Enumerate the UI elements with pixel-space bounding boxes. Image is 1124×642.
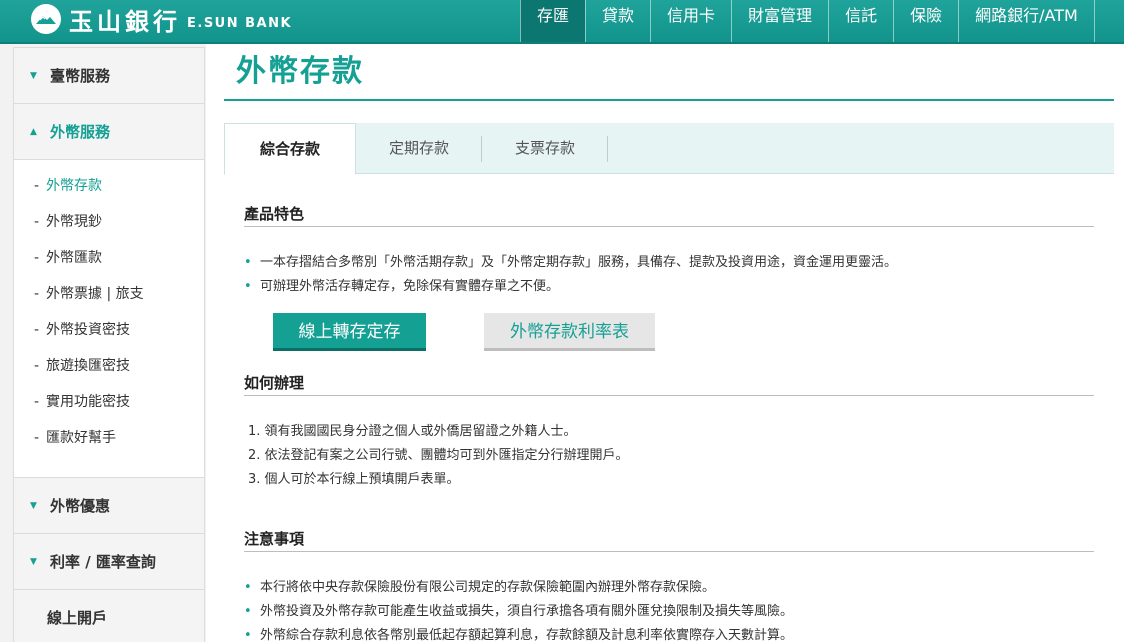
sidebar: ▼ 臺幣服務 ▲ 外幣服務 - 外幣存款 - 外幣現鈔 - 外幣匯款 - 外幣票據 | … <box>13 47 205 642</box>
tab-bar: 綜合存款 定期存款 支票存款 <box>224 123 1114 175</box>
sidebar-section-online-account-opening[interactable]: 線上開戶 <box>14 590 204 642</box>
list-item: • 可辦理外幣活存轉定存，免除保有實體存單之不便。 <box>244 279 560 294</box>
sidebar-section-fx-offers[interactable]: ▼ 外幣優惠 <box>14 478 204 534</box>
howto-title: 如何辦理 <box>244 374 305 392</box>
tab-check-deposit[interactable]: 支票存款 <box>482 123 608 174</box>
main-nav: 存匯 貸款 信用卡 財富管理 信託 保險 網路銀行/ATM <box>520 0 1095 42</box>
nav-online-banking-atm[interactable]: 網路銀行/ATM <box>958 0 1095 42</box>
chevron-down-icon: ▼ <box>30 70 37 81</box>
sidebar-item-useful-function-tips[interactable]: - 實用功能密技 <box>14 384 204 420</box>
top-header: 玉山銀行 E.SUN BANK 存匯 貸款 信用卡 財富管理 信託 保險 網路銀… <box>0 0 1124 44</box>
notes-title: 注意事項 <box>244 530 305 548</box>
online-transfer-time-deposit-button[interactable]: 線上轉存定存 <box>273 313 426 351</box>
sidebar-section-label: 外幣服務 <box>50 123 111 141</box>
sidebar-item-travel-exchange-tips[interactable]: - 旅遊換匯密技 <box>14 348 204 384</box>
sidebar-section-twd-services[interactable]: ▼ 臺幣服務 <box>14 48 204 104</box>
nav-wealth-management[interactable]: 財富管理 <box>731 0 828 42</box>
sidebar-section-fx-services[interactable]: ▲ 外幣服務 <box>14 104 204 160</box>
section-divider <box>244 551 1094 552</box>
chevron-down-icon: ▼ <box>30 556 37 567</box>
sidebar-section-label: 臺幣服務 <box>50 67 111 85</box>
tab-time-deposit[interactable]: 定期存款 <box>356 123 482 174</box>
features-title: 產品特色 <box>244 205 305 223</box>
sidebar-item-fx-deposit[interactable]: - 外幣存款 <box>14 168 204 204</box>
tab-separator <box>607 136 608 162</box>
list-item: • 外幣投資及外幣存款可能產生收益或損失，須自行承擔各項有關外匯兌換限制及損失等風… <box>244 604 794 619</box>
chevron-up-icon: ▲ <box>30 126 37 137</box>
logo-chinese-text: 玉山銀行 <box>69 7 181 36</box>
logo-english-text: E.SUN BANK <box>187 15 293 31</box>
sidebar-item-fx-cash[interactable]: - 外幣現鈔 <box>14 204 204 240</box>
sidebar-sub-list: - 外幣存款 - 外幣現鈔 - 外幣匯款 - 外幣票據 | 旅支 - 外幣投資密技 - 旅遊… <box>14 160 204 478</box>
list-item: 2. 依法登記有案之公司行號、團體均可到外匯指定分行辦理開戶。 <box>248 448 629 463</box>
mountain-logo-icon <box>31 4 61 34</box>
sidebar-item-fx-bills-travelers-cheques[interactable]: - 外幣票據 | 旅支 <box>14 276 204 312</box>
page-title: 外幣存款 <box>236 54 364 89</box>
list-item: • 本行將依中央存款保險股份有限公司規定的存款保險範圍內辦理外幣存款保險。 <box>244 580 716 595</box>
nav-deposit-remit[interactable]: 存匯 <box>520 0 586 42</box>
nav-credit-card[interactable]: 信用卡 <box>650 0 731 42</box>
nav-loans[interactable]: 貸款 <box>585 0 650 42</box>
list-item: • 外幣綜合存款利息依各幣別最低起存額起算利息，存款餘額及計息利率依實際存入天數計… <box>244 628 794 642</box>
fx-deposit-rate-table-button[interactable]: 外幣存款利率表 <box>484 313 655 351</box>
sidebar-section-label: 利率 / 匯率查詢 <box>50 553 156 571</box>
list-item: 1. 領有我國國民身分證之個人或外僑居留證之外籍人士。 <box>248 424 577 439</box>
sidebar-section-label: 外幣優惠 <box>50 497 111 515</box>
sidebar-item-fx-investment-tips[interactable]: - 外幣投資密技 <box>14 312 204 348</box>
sidebar-section-label: 線上開戶 <box>47 609 108 627</box>
sidebar-item-remittance-helper[interactable]: - 匯款好幫手 <box>14 420 204 456</box>
section-divider <box>244 226 1094 227</box>
list-item: • 一本存摺結合多幣別「外幣活期存款」及「外幣定期存款」服務，具備存、提款及投資用… <box>244 255 898 270</box>
sidebar-section-rates-query[interactable]: ▼ 利率 / 匯率查詢 <box>14 534 204 590</box>
nav-insurance[interactable]: 保險 <box>893 0 958 42</box>
nav-trust[interactable]: 信託 <box>828 0 893 42</box>
section-divider <box>244 395 1094 396</box>
sidebar-item-fx-remittance[interactable]: - 外幣匯款 <box>14 240 204 276</box>
tab-combined-deposit[interactable]: 綜合存款 <box>224 123 356 175</box>
list-item: 3. 個人可於本行線上預填開戶表單。 <box>248 472 460 487</box>
title-divider <box>224 99 1114 101</box>
chevron-down-icon: ▼ <box>30 500 37 511</box>
bank-logo[interactable]: 玉山銀行 E.SUN BANK <box>31 4 293 36</box>
